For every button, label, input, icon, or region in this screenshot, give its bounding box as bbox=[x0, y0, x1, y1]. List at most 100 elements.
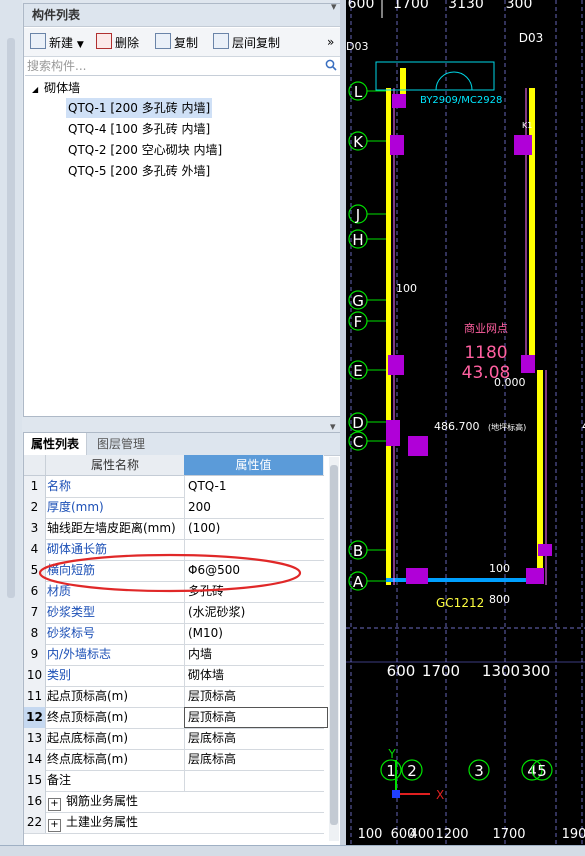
property-row[interactable]: 16 + 钢筋业务属性 bbox=[24, 791, 324, 813]
dimension: 190 bbox=[562, 827, 585, 842]
window bbox=[375, 61, 495, 91]
property-value-field[interactable]: (水泥砂浆) bbox=[184, 602, 327, 623]
axis-x-label: X bbox=[436, 788, 444, 802]
column[interactable] bbox=[514, 135, 532, 155]
dimension: 400 bbox=[410, 827, 435, 842]
wall[interactable] bbox=[400, 68, 406, 95]
property-row[interactable]: 14 终点底标高(m) 层底标高 bbox=[24, 749, 324, 771]
property-row[interactable]: 15 备注 bbox=[24, 770, 324, 792]
tree-item[interactable]: QTQ-1 [200 多孔砖 内墙] bbox=[66, 98, 213, 118]
property-scrollbar[interactable] bbox=[329, 457, 339, 841]
row-number: 15 bbox=[24, 770, 46, 791]
expand-icon[interactable]: + bbox=[48, 819, 61, 832]
property-value-field[interactable]: 层底标高 bbox=[184, 728, 327, 749]
property-value-field[interactable]: 层顶标高 bbox=[184, 686, 327, 707]
label-d03: D03 bbox=[519, 31, 544, 45]
row-number: 11 bbox=[24, 686, 46, 707]
dimension: 300 bbox=[522, 662, 551, 680]
property-value-field[interactable]: (M10) bbox=[184, 623, 327, 644]
axis-label: E bbox=[353, 362, 362, 380]
tree-item[interactable]: QTQ-5 [200 多孔砖 外墙] bbox=[68, 161, 210, 181]
column[interactable] bbox=[388, 355, 404, 375]
header-property-value: 属性值 bbox=[184, 455, 323, 475]
room-area: 1180 bbox=[464, 343, 507, 363]
tree-item[interactable]: QTQ-2 [200 空心砌块 内墙] bbox=[68, 140, 222, 160]
header-property-name: 属性名称 bbox=[90, 458, 139, 472]
column[interactable] bbox=[386, 420, 400, 446]
expand-icon[interactable]: + bbox=[48, 798, 61, 811]
floor-copy-icon bbox=[213, 33, 229, 49]
cad-canvas[interactable]: L K JH GF E DC BA 600 1700 3130 300 D03 D03 BY2909/MC… bbox=[346, 0, 585, 845]
property-name: 备注 bbox=[47, 773, 72, 787]
elevation-2: 486.700 bbox=[434, 420, 480, 433]
axis-label: K bbox=[353, 133, 364, 151]
row-number: 3 bbox=[24, 518, 46, 539]
property-row[interactable]: 8 砂浆标号 (M10) bbox=[24, 623, 324, 645]
property-row[interactable]: 10 类别 砌体墙 bbox=[24, 665, 324, 687]
axis-label: J bbox=[355, 206, 360, 224]
column[interactable] bbox=[392, 94, 406, 108]
axis-label: A bbox=[353, 573, 364, 591]
search-icon[interactable] bbox=[325, 59, 337, 74]
collapse-icon[interactable]: ◢ bbox=[32, 85, 38, 94]
status-bar bbox=[0, 845, 585, 856]
property-row[interactable]: 3 轴线距左墙皮距离(mm) (100) bbox=[24, 518, 324, 540]
column[interactable] bbox=[526, 568, 544, 584]
elevation-note: (地坪标高) bbox=[488, 422, 526, 432]
property-value-field[interactable]: 200 bbox=[184, 497, 327, 518]
property-row[interactable]: 11 起点顶标高(m) 层顶标高 bbox=[24, 686, 324, 708]
tab-property-list[interactable]: 属性列表 bbox=[24, 433, 88, 455]
property-value-field[interactable]: 内墙 bbox=[184, 644, 327, 665]
dock-scrollbar[interactable] bbox=[7, 38, 15, 598]
tab-layer-management[interactable]: 图层管理 bbox=[90, 433, 152, 455]
tree-root[interactable]: ◢ 砌体墙 bbox=[32, 78, 80, 98]
delete-button[interactable]: 删除 bbox=[96, 33, 139, 51]
cad-drawing-area[interactable]: L K J H G F E D C B A 600 1700 3130 300 D03 D03 BY2909/MC… bbox=[346, 0, 585, 845]
dimension: 3130 bbox=[448, 0, 484, 12]
property-name: 起点底标高(m) bbox=[47, 731, 129, 745]
label-dim: 100 bbox=[396, 282, 417, 295]
wall[interactable] bbox=[386, 88, 391, 585]
property-value-field[interactable] bbox=[184, 770, 327, 791]
column[interactable] bbox=[538, 544, 552, 556]
property-name: 起点顶标高(m) bbox=[47, 689, 129, 703]
property-value-field[interactable]: (100) bbox=[184, 518, 327, 539]
wall[interactable] bbox=[529, 88, 535, 370]
column[interactable] bbox=[406, 568, 428, 584]
scrollbar-thumb[interactable] bbox=[330, 465, 338, 825]
column[interactable] bbox=[408, 436, 428, 456]
new-button[interactable]: 新建 ▼ bbox=[30, 33, 84, 51]
column[interactable] bbox=[390, 135, 404, 155]
label-dim: 100 bbox=[489, 562, 510, 575]
row-number: 16 bbox=[24, 791, 46, 812]
row-number: 14 bbox=[24, 749, 46, 770]
copy-button[interactable]: 复制 bbox=[155, 33, 198, 51]
chevron-down-icon: ▼ bbox=[76, 40, 84, 50]
property-row[interactable]: 9 内/外墙标志 内墙 bbox=[24, 644, 324, 666]
property-value-field[interactable]: QTQ-1 bbox=[184, 476, 327, 497]
floor-copy-button[interactable]: 层间复制 bbox=[213, 33, 280, 51]
column[interactable] bbox=[521, 355, 535, 373]
property-row[interactable]: 1 名称 QTQ-1 bbox=[24, 476, 327, 498]
tree-item[interactable]: QTQ-4 [100 多孔砖 内墙] bbox=[68, 119, 210, 139]
pin-icon[interactable]: ▾ bbox=[331, 0, 337, 13]
property-row[interactable]: 12 终点顶标高(m) 层顶标高 bbox=[24, 707, 328, 729]
component-search-input[interactable]: 搜索构件... bbox=[25, 57, 340, 76]
axis-label: D bbox=[352, 414, 364, 432]
dimension: 1700 bbox=[422, 662, 460, 680]
property-value-field[interactable]: 层顶标高 bbox=[184, 707, 328, 728]
row-number: 10 bbox=[24, 665, 46, 686]
property-row[interactable]: 22 + 土建业务属性 bbox=[24, 812, 324, 834]
property-value-field[interactable]: 砌体墙 bbox=[184, 665, 327, 686]
property-row[interactable]: 13 起点底标高(m) 层底标高 bbox=[24, 728, 324, 750]
axis-label: F bbox=[354, 313, 363, 331]
property-value-field[interactable]: 层底标高 bbox=[184, 749, 327, 770]
door-swing bbox=[435, 71, 473, 91]
axis-label: 2 bbox=[407, 762, 417, 780]
label-d03-2: D03 bbox=[346, 40, 368, 53]
property-panel: 属性列表 图层管理 属性名称 属性值 1 名称 QTQ-1 2 厚度(mm) 200 3 轴线距左… bbox=[23, 432, 342, 846]
property-row[interactable]: 2 厚度(mm) 200 bbox=[24, 497, 327, 519]
property-row[interactable]: 7 砂浆类型 (水泥砂浆) bbox=[24, 602, 324, 624]
toolbar-more-icon[interactable]: » bbox=[327, 33, 334, 51]
property-name: 内/外墙标志 bbox=[47, 647, 112, 661]
